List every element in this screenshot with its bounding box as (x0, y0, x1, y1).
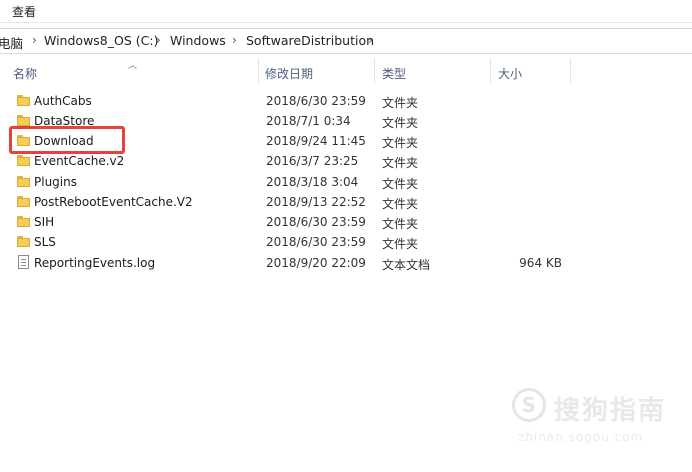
breadcrumb-software-distribution[interactable]: SoftwareDistribution (246, 33, 374, 48)
text-file-icon (18, 255, 29, 269)
column-type[interactable]: 类型 (382, 65, 406, 82)
folder-icon (17, 115, 30, 126)
file-name: SIH (34, 215, 55, 229)
file-date: 2018/3/18 3:04 (266, 175, 359, 189)
folder-icon (17, 196, 30, 207)
breadcrumb-windows[interactable]: Windows (170, 33, 226, 48)
column-header: ︿ 名称 修改日期 类型 大小 (0, 58, 692, 84)
file-name: ReportingEvents.log (34, 256, 156, 270)
file-row[interactable]: ReportingEvents.log 2018/9/20 22:09 文本文档… (0, 253, 600, 273)
file-row[interactable]: EventCache.v2 2016/3/7 23:25 文件夹 (0, 151, 600, 171)
sogou-logo-icon: S (512, 388, 546, 422)
watermark: S 搜狗指南 zhinan.sogou.com (512, 380, 682, 444)
watermark-text: 搜狗指南 (554, 396, 667, 426)
folder-icon (17, 176, 30, 187)
sort-ascending-icon: ︿ (128, 61, 138, 71)
column-divider[interactable] (490, 58, 491, 84)
file-date: 2018/9/24 11:45 (266, 134, 366, 148)
file-type: 文件夹 (382, 136, 419, 150)
folder-icon (17, 236, 30, 247)
breadcrumb-separator-icon[interactable]: › (156, 33, 161, 47)
file-row[interactable]: SLS 2018/6/30 23:59 文件夹 (0, 232, 600, 252)
file-date: 2018/6/30 23:59 (266, 215, 366, 229)
column-divider[interactable] (570, 58, 571, 84)
menu-view[interactable]: 查看 (12, 3, 36, 20)
file-name: SLS (34, 235, 56, 249)
file-name: Plugins (34, 175, 77, 189)
file-type: 文本文档 (382, 258, 431, 272)
menu-bar: 查看 (0, 0, 692, 23)
file-row[interactable]: Plugins 2018/3/18 3:04 文件夹 (0, 172, 600, 192)
file-type: 文件夹 (382, 156, 419, 170)
file-row[interactable]: AuthCabs 2018/6/30 23:59 文件夹 (0, 91, 600, 111)
folder-icon (17, 155, 30, 166)
breadcrumb-drive-c[interactable]: Windows8_OS (C:) (44, 33, 158, 48)
file-date: 2016/3/7 23:25 (266, 154, 359, 168)
column-size[interactable]: 大小 (498, 65, 522, 82)
file-type: 文件夹 (382, 237, 419, 251)
file-type: 文件夹 (382, 217, 419, 231)
address-bar[interactable]: 电脑 › Windows8_OS (C:) › Windows › Softwa… (0, 28, 692, 54)
file-type: 文件夹 (382, 177, 419, 191)
column-name[interactable]: 名称 (13, 65, 37, 82)
file-size: 964 KB (519, 256, 562, 270)
column-divider[interactable] (374, 58, 375, 84)
file-name: PostRebootEventCache.V2 (34, 195, 193, 209)
file-row[interactable]: PostRebootEventCache.V2 2018/9/13 22:52 … (0, 192, 600, 212)
breadcrumb-this-pc[interactable]: 电脑 (0, 33, 23, 52)
folder-icon (17, 216, 30, 227)
file-date: 2018/9/20 22:09 (266, 256, 366, 270)
file-name: AuthCabs (34, 94, 92, 108)
breadcrumb-separator-icon[interactable]: › (368, 33, 373, 47)
watermark-url: zhinan.sogou.com (518, 430, 644, 444)
breadcrumb-separator-icon[interactable]: › (232, 33, 237, 47)
file-row[interactable]: SIH 2018/6/30 23:59 文件夹 (0, 212, 600, 232)
column-divider[interactable] (258, 58, 259, 84)
file-date: 2018/9/13 22:52 (266, 195, 366, 209)
file-date: 2018/6/30 23:59 (266, 235, 366, 249)
file-type: 文件夹 (382, 197, 419, 211)
file-date: 2018/7/1 0:34 (266, 114, 351, 128)
file-type: 文件夹 (382, 96, 419, 110)
highlight-box (9, 126, 125, 154)
file-date: 2018/6/30 23:59 (266, 94, 366, 108)
file-type: 文件夹 (382, 116, 419, 130)
folder-icon (17, 95, 30, 106)
file-name: EventCache.v2 (34, 154, 125, 168)
column-date[interactable]: 修改日期 (265, 65, 313, 82)
breadcrumb-separator-icon[interactable]: › (32, 33, 37, 47)
